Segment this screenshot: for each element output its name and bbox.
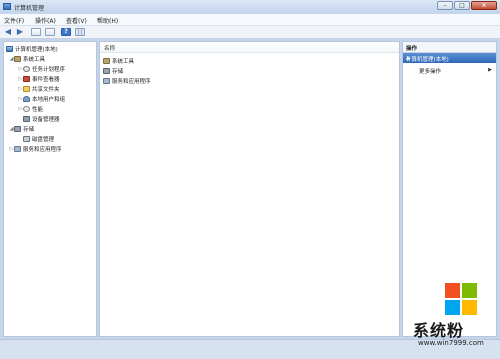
submenu-arrow-icon[interactable]: ▶ <box>488 67 492 73</box>
maximize-button[interactable]: □ <box>454 1 470 10</box>
menu-bar: 文件(F) 操作(A) 查看(V) 帮助(H) <box>0 14 500 26</box>
logo-square-yellow <box>462 300 477 315</box>
tree-item-storage[interactable]: ◢ 存储 <box>9 124 34 133</box>
windows-logo-icon <box>445 283 477 315</box>
logo-square-red <box>445 283 460 298</box>
tree-item-disk-management[interactable]: 磁盘管理 <box>18 134 54 143</box>
app-icon <box>3 3 11 10</box>
tree-label: 事件查看器 <box>32 76 60 83</box>
window-controls: – □ × <box>437 1 497 10</box>
window-title: 计算机管理 <box>14 5 45 12</box>
list-item-label: 服务和应用程序 <box>112 78 151 85</box>
tools-icon <box>14 55 21 62</box>
actions-header: 操作 <box>403 42 496 53</box>
title-bar[interactable]: 计算机管理 – □ × <box>0 0 500 13</box>
logo-square-blue <box>445 300 460 315</box>
menu-help[interactable]: 帮助(H) <box>97 16 118 25</box>
menu-action[interactable]: 操作(A) <box>35 16 56 25</box>
actions-header-label: 操作 <box>406 46 418 52</box>
tree-item-task-scheduler[interactable]: ▷ 任务计划程序 <box>18 64 65 73</box>
content-list: 名称 系统工具 存储 服务和应用程序 <box>99 41 400 337</box>
actions-group-computer-management[interactable]: 计算机管理(本地) ▲ <box>403 53 496 63</box>
tree-item-computer-management[interactable]: 计算机管理(本地) <box>6 44 58 53</box>
menu-view[interactable]: 查看(V) <box>66 16 87 25</box>
services-icon <box>103 77 110 84</box>
minimize-button[interactable]: – <box>437 1 453 10</box>
tree-item-system-tools[interactable]: ◢ 系统工具 <box>9 54 45 63</box>
forward-arrow-icon[interactable]: ▶ <box>15 28 25 36</box>
storage-icon <box>14 125 21 132</box>
tree-label: 服务和应用程序 <box>23 146 62 153</box>
tree-label: 共享文件夹 <box>32 86 60 93</box>
performance-icon <box>23 105 30 112</box>
tools-icon <box>103 57 110 64</box>
back-arrow-icon[interactable]: ◀ <box>3 28 13 36</box>
computer-management-window: 计算机管理 – □ × 文件(F) 操作(A) 查看(V) 帮助(H) ◀ ▶ … <box>0 0 500 359</box>
help-icon[interactable]: ? <box>61 28 71 36</box>
tree-label: 设备管理器 <box>32 116 60 123</box>
list-item[interactable]: 存储 <box>103 66 123 75</box>
services-icon <box>14 145 21 152</box>
disk-icon <box>23 135 30 142</box>
close-button[interactable]: × <box>471 1 497 10</box>
list-item[interactable]: 服务和应用程序 <box>103 76 151 85</box>
users-icon <box>23 95 30 102</box>
device-manager-icon <box>23 115 30 122</box>
menu-file[interactable]: 文件(F) <box>4 16 24 25</box>
show-hide-tree-icon[interactable] <box>31 28 41 36</box>
properties-icon[interactable] <box>45 28 55 36</box>
tree-label: 存储 <box>23 126 35 133</box>
tree-item-device-manager[interactable]: 设备管理器 <box>18 114 60 123</box>
navigation-tree: 计算机管理(本地) ◢ 系统工具 ▷ 任务计划程序 ▷ 事件查看器 ▷ 共享文件… <box>3 41 97 337</box>
tree-label: 系统工具 <box>23 56 46 63</box>
clock-icon <box>23 65 30 72</box>
tree-label: 磁盘管理 <box>32 136 55 143</box>
column-header-label: 名称 <box>104 46 116 52</box>
tree-item-services-applications[interactable]: ▷ 服务和应用程序 <box>9 144 62 153</box>
tree-item-performance[interactable]: ▷ 性能 <box>18 104 43 113</box>
list-item-label: 存储 <box>112 68 124 75</box>
toolbar: ◀ ▶ ? <box>0 26 500 39</box>
tree-label: 本地用户和组 <box>32 96 66 103</box>
tree-item-event-viewer[interactable]: ▷ 事件查看器 <box>18 74 60 83</box>
tree-label: 任务计划程序 <box>32 66 66 73</box>
storage-icon <box>103 67 110 74</box>
shared-folder-icon <box>23 85 30 92</box>
more-actions-link[interactable]: 更多操作 <box>419 67 441 75</box>
collapse-up-icon[interactable]: ▲ <box>406 55 493 61</box>
event-viewer-icon <box>23 75 30 82</box>
watermark-text: 系统粉 <box>413 321 465 340</box>
tree-label: 性能 <box>32 106 44 113</box>
show-action-pane-icon[interactable] <box>75 28 85 36</box>
tree-item-shared-folders[interactable]: ▷ 共享文件夹 <box>18 84 60 93</box>
watermark-url: www.win7999.com <box>418 339 484 347</box>
tree-label: 计算机管理(本地) <box>15 46 58 53</box>
computer-icon <box>6 45 13 52</box>
list-item-label: 系统工具 <box>112 58 135 65</box>
list-item[interactable]: 系统工具 <box>103 56 134 65</box>
tree-item-local-users-groups[interactable]: ▷ 本地用户和组 <box>18 94 65 103</box>
logo-square-green <box>462 283 477 298</box>
column-header-name[interactable]: 名称 <box>100 42 399 53</box>
